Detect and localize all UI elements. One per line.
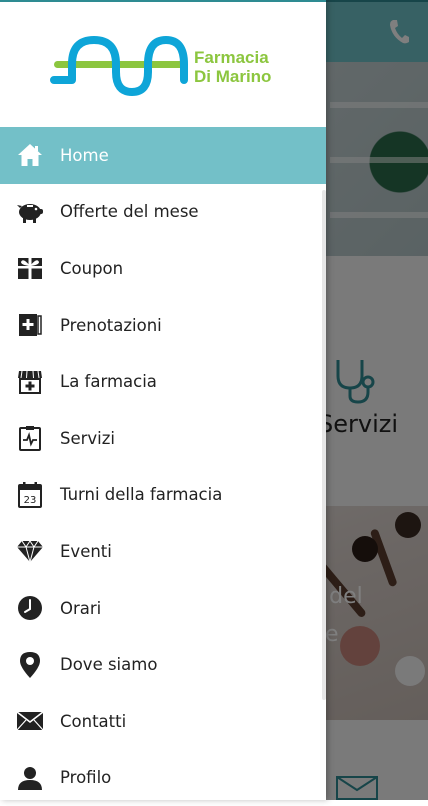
clipboard-pulse-icon [16, 424, 44, 452]
menu-item-home[interactable]: Home [0, 127, 326, 184]
menu-item-label: Prenotazioni [60, 315, 162, 335]
medical-book-icon [16, 311, 44, 339]
pharmacy-logo: Farmacia Di Marino [50, 32, 271, 102]
piggy-bank-icon [16, 198, 44, 226]
drawer-scrollbar[interactable] [322, 190, 326, 700]
menu-item-la-farmacia[interactable]: La farmacia [0, 353, 326, 410]
menu-item-label: Profilo [60, 768, 112, 788]
menu-item-label: Contatti [60, 711, 127, 731]
calendar-icon: 23 [16, 481, 44, 509]
gift-icon [16, 254, 44, 282]
menu-item-label: Turni della farmacia [60, 485, 223, 505]
menu-item-label: Servizi [60, 428, 116, 448]
navigation-drawer: Farmacia Di Marino Home Offerte del mese… [0, 0, 326, 800]
clock-icon [16, 594, 44, 622]
menu-item-label: Orari [60, 598, 102, 618]
envelope-icon [16, 707, 44, 735]
menu-item-turni[interactable]: 23 Turni della farmacia [0, 467, 326, 524]
menu-item-label: Home [60, 145, 109, 165]
menu-item-profilo[interactable]: Profilo [0, 750, 326, 806]
diamond-icon [16, 537, 44, 565]
menu-item-label: Eventi [60, 541, 112, 561]
user-icon [16, 764, 44, 792]
menu-item-servizi[interactable]: Servizi [0, 410, 326, 467]
menu-item-prenotazioni[interactable]: Prenotazioni [0, 297, 326, 354]
drawer-header: Farmacia Di Marino [0, 0, 326, 127]
menu-item-coupon[interactable]: Coupon [0, 240, 326, 297]
menu-item-dove-siamo[interactable]: Dove siamo [0, 636, 326, 693]
menu-item-orari[interactable]: Orari [0, 580, 326, 637]
logo-text-line2: Di Marino [194, 67, 272, 86]
menu-item-label: Offerte del mese [60, 202, 199, 222]
logo-mark-icon [50, 36, 188, 96]
menu-item-label: Dove siamo [60, 655, 158, 675]
menu-item-offerte[interactable]: Offerte del mese [0, 184, 326, 241]
map-pin-icon [16, 651, 44, 679]
menu-item-label: Coupon [60, 258, 124, 278]
menu-item-label: La farmacia [60, 372, 157, 392]
logo-text-line1: Farmacia [194, 48, 269, 67]
menu-item-contatti[interactable]: Contatti [0, 693, 326, 750]
calendar-day-text: 23 [24, 495, 37, 506]
drawer-menu: Home Offerte del mese Coupon Prenotazion… [0, 127, 326, 806]
home-icon [16, 141, 44, 169]
pharmacy-store-icon [16, 368, 44, 396]
menu-item-eventi[interactable]: Eventi [0, 523, 326, 580]
